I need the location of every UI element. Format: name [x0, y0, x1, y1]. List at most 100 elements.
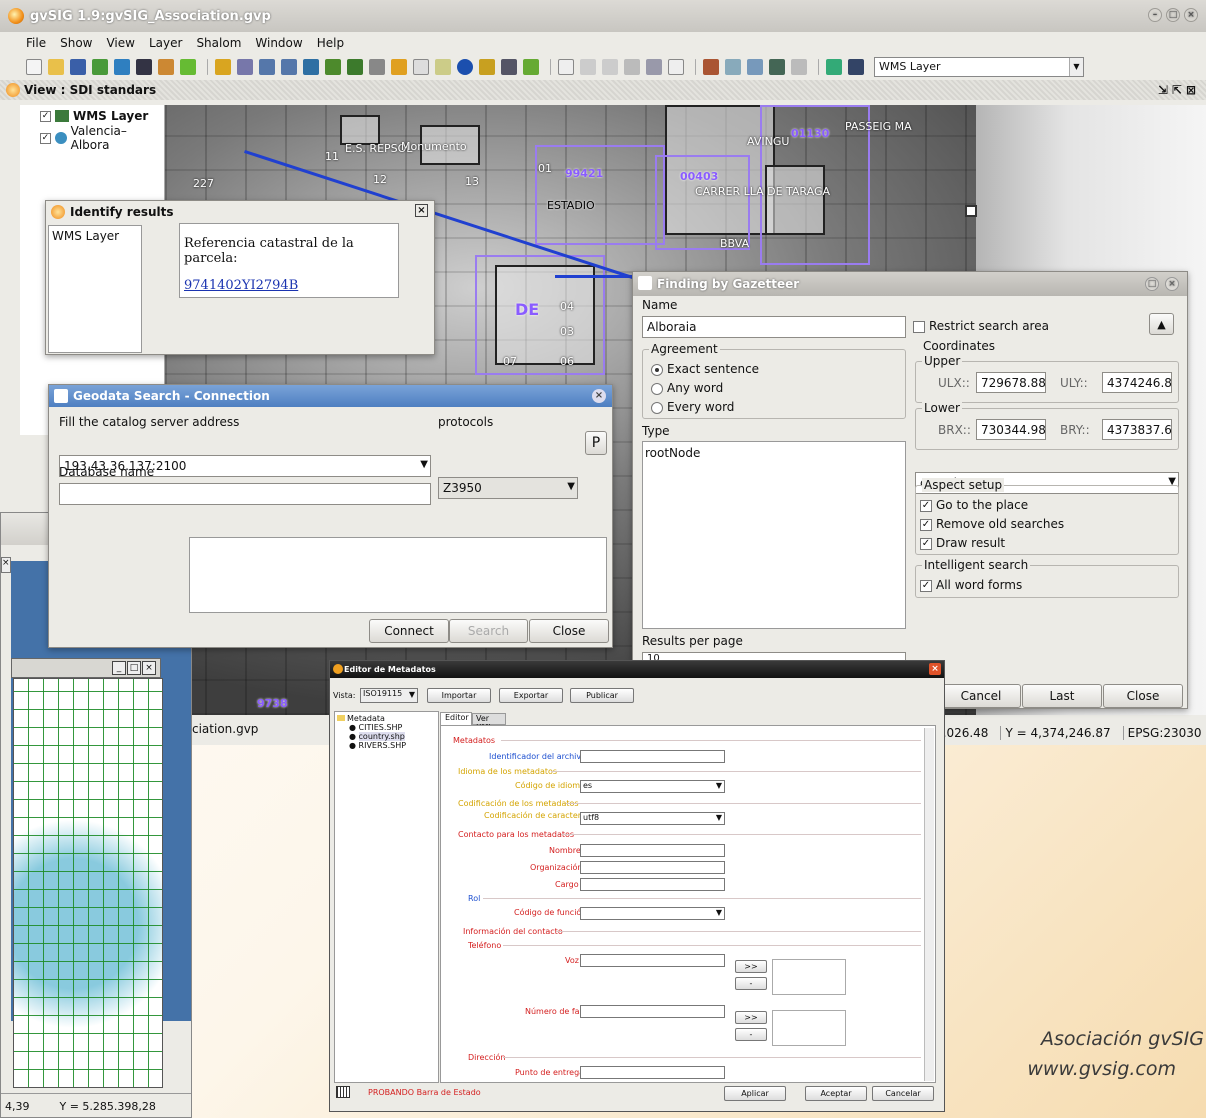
tab-editor[interactable]: Editor — [440, 712, 472, 725]
agreement-any[interactable]: Any word — [651, 381, 723, 395]
table-icon[interactable] — [136, 59, 152, 75]
name-field[interactable]: Alboraia — [642, 316, 906, 338]
toc-item-valencia[interactable]: ✓ Valencia–Albora — [20, 124, 164, 152]
type-tree[interactable]: rootNode — [642, 441, 906, 629]
last-button[interactable]: Last — [1022, 684, 1102, 708]
agreement-exact[interactable]: Exact sentence — [651, 362, 759, 376]
zoom-out-icon[interactable] — [281, 59, 297, 75]
type-node[interactable]: rootNode — [645, 446, 700, 460]
checkbox-checked[interactable]: ✓ — [920, 499, 932, 512]
catalog-icon[interactable] — [725, 59, 741, 75]
close-icon[interactable]: × — [1165, 277, 1179, 291]
wms-icon[interactable] — [826, 59, 842, 75]
draw-result-checkbox[interactable]: ✓ Draw result — [920, 536, 1005, 550]
voz-add-button[interactable]: >> — [735, 960, 767, 973]
maximize-icon[interactable]: □ — [127, 661, 141, 675]
identify-layer-item[interactable]: WMS Layer — [52, 229, 119, 243]
select-icon[interactable] — [558, 59, 574, 75]
radio-selected[interactable] — [651, 363, 663, 376]
save-icon[interactable] — [70, 59, 86, 75]
properties-button[interactable]: P — [585, 431, 607, 455]
zoom-icon[interactable] — [237, 59, 253, 75]
importar-button[interactable]: Importar — [427, 688, 491, 703]
all-word-forms-checkbox[interactable]: ✓ All word forms — [920, 578, 1022, 592]
cargo-field[interactable] — [580, 878, 725, 891]
radio[interactable] — [651, 401, 663, 414]
previous-extent-icon[interactable] — [369, 59, 385, 75]
voz-remove-button[interactable]: - — [735, 977, 767, 990]
remove-old-searches-checkbox[interactable]: ✓ Remove old searches — [920, 517, 1064, 531]
collapse-button[interactable]: ▲ — [1149, 313, 1174, 335]
tab-ver-xml[interactable]: Ver XML — [472, 713, 506, 732]
search-button[interactable]: Search — [449, 619, 528, 643]
fax-field[interactable] — [580, 1005, 725, 1018]
publicar-button[interactable]: Publicar — [570, 688, 634, 703]
locator-icon[interactable] — [791, 59, 807, 75]
zoom-select-icon[interactable] — [347, 59, 363, 75]
globe-icon[interactable] — [215, 59, 231, 75]
view-window-controls[interactable]: ⇲⇱⊠ — [1158, 83, 1200, 97]
rivers-map[interactable] — [13, 678, 163, 1088]
close-icon[interactable]: × — [142, 661, 156, 675]
exportar-button[interactable]: Exportar — [499, 688, 563, 703]
minimize-icon[interactable]: – — [1148, 8, 1162, 22]
radio[interactable] — [651, 382, 663, 395]
close-icon[interactable]: × — [929, 663, 941, 675]
ruler-icon[interactable] — [479, 59, 495, 75]
close-icon[interactable]: × — [1, 557, 11, 573]
fax-list[interactable] — [772, 1010, 846, 1046]
organizacion-field[interactable] — [580, 861, 725, 874]
checkbox-checked[interactable]: ✓ — [920, 579, 932, 592]
codificacion-caracteres-select[interactable]: utf8 ▼ — [580, 812, 725, 825]
measure-icon[interactable] — [435, 59, 451, 75]
area-icon[interactable] — [501, 59, 517, 75]
maximize-icon[interactable]: □ — [1166, 8, 1180, 22]
bry-field[interactable]: 4373837.6 — [1102, 419, 1172, 440]
close-button[interactable]: Close — [529, 619, 609, 643]
vista-select[interactable]: ISO19115 ▼ — [360, 688, 418, 703]
zoom-layer-icon[interactable] — [303, 59, 319, 75]
menu-help[interactable]: Help — [317, 36, 344, 50]
tree-item[interactable]: ● RIVERS.SHP — [337, 741, 436, 750]
tree-item[interactable]: ● country.shp — [337, 732, 436, 741]
tool-icon[interactable] — [703, 59, 719, 75]
hyperlink-icon[interactable] — [523, 59, 539, 75]
ulx-field[interactable]: 729678.88 — [976, 372, 1046, 393]
close-icon[interactable]: × — [1184, 8, 1198, 22]
go-to-place-checkbox[interactable]: ✓ Go to the place — [920, 498, 1028, 512]
connect-button[interactable]: Connect — [369, 619, 449, 643]
maximize-icon[interactable]: □ — [1145, 277, 1159, 291]
menu-view[interactable]: View — [106, 36, 134, 50]
layer-checkbox[interactable]: ✓ — [40, 110, 51, 122]
fax-add-button[interactable]: >> — [735, 1011, 767, 1024]
point-icon[interactable] — [180, 59, 196, 75]
aceptar-button[interactable]: Aceptar — [805, 1086, 867, 1101]
fax-remove-button[interactable]: - — [735, 1028, 767, 1041]
extent-icon[interactable] — [325, 59, 341, 75]
nombre-field[interactable] — [580, 844, 725, 857]
close-button[interactable]: Close — [1103, 684, 1183, 708]
select-layer-icon[interactable] — [646, 59, 662, 75]
menu-shalom[interactable]: Shalom — [196, 36, 241, 50]
grid-icon[interactable] — [668, 59, 684, 75]
layer-selector[interactable]: WMS Layer ▼ — [874, 57, 1084, 77]
tree-item[interactable]: ● CITIES.SHP — [337, 723, 436, 732]
tree-root[interactable]: Metadata — [337, 714, 436, 723]
close-icon[interactable]: × — [415, 204, 428, 217]
layer-icon[interactable] — [114, 59, 130, 75]
agreement-every[interactable]: Every word — [651, 400, 734, 414]
cancelar-button[interactable]: Cancelar — [872, 1086, 934, 1101]
codigo-funcion-select[interactable]: ▼ — [580, 907, 725, 920]
menu-show[interactable]: Show — [60, 36, 92, 50]
open-icon[interactable] — [48, 59, 64, 75]
info-icon[interactable] — [457, 59, 473, 75]
checkbox[interactable] — [913, 320, 925, 333]
identify-link[interactable]: 9741402YI2794B — [184, 278, 394, 293]
checkbox-checked[interactable]: ✓ — [920, 537, 932, 550]
aplicar-button[interactable]: Aplicar — [724, 1086, 786, 1101]
binoculars-icon[interactable] — [848, 59, 864, 75]
brx-field[interactable]: 730344.98 — [976, 419, 1046, 440]
voz-list[interactable] — [772, 959, 846, 995]
layer-checkbox[interactable]: ✓ — [40, 132, 51, 144]
protocol-select[interactable]: Z3950 ▼ — [438, 477, 578, 499]
